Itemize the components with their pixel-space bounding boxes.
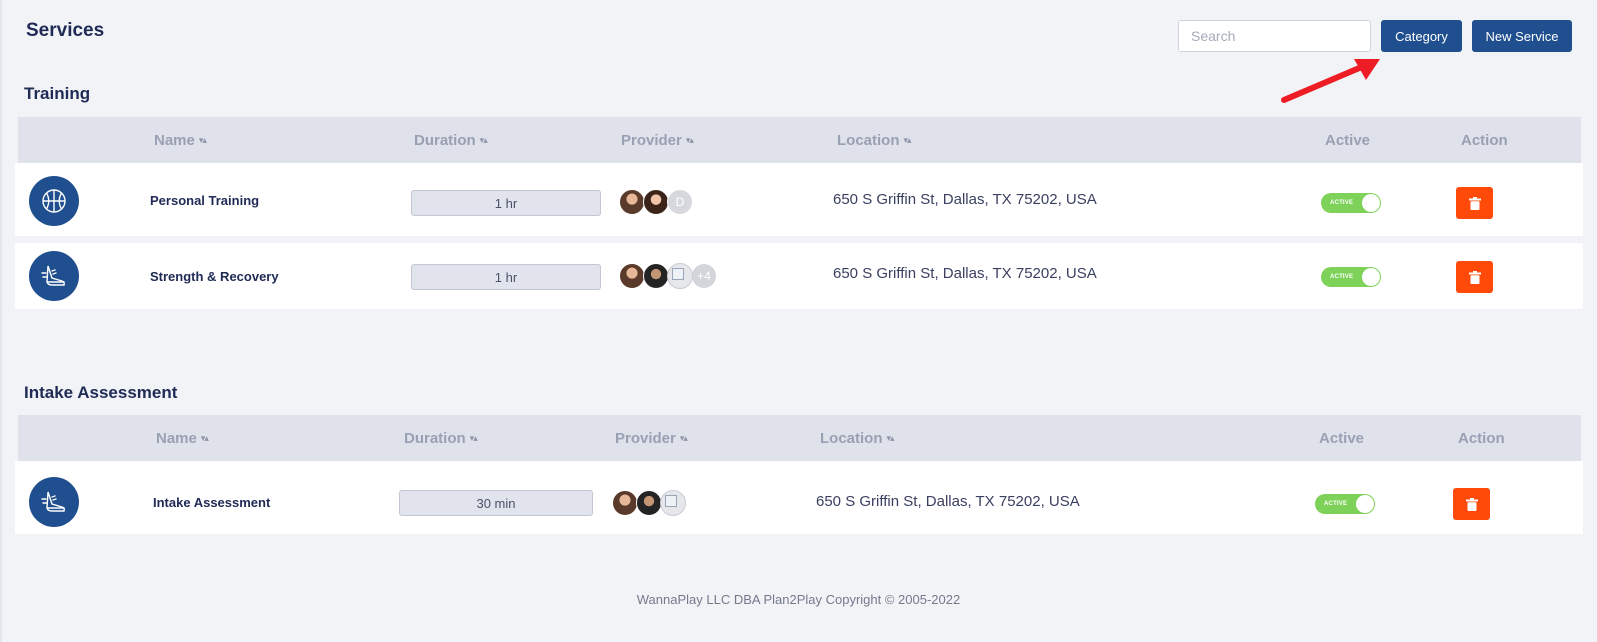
table-header-training: Name ▾▴ Duration ▾▴ Provider ▾▴ Location ▾▴ … [18, 117, 1581, 163]
avatar [643, 263, 669, 289]
trash-icon [1468, 270, 1481, 284]
broken-image-icon [660, 490, 686, 516]
toggle-label: ACTIVE [1330, 274, 1354, 280]
avatar [612, 490, 638, 516]
table-row: Personal Training 1 hr D 650 S Griffin S… [15, 163, 1583, 236]
category-button[interactable]: Category [1381, 20, 1462, 52]
trash-icon [1468, 196, 1481, 210]
table-header-intake-assessment: Name ▾▴ Duration ▾▴ Provider ▾▴ Location ▾▴ … [18, 415, 1581, 461]
sort-icon[interactable]: ▾▴ [686, 135, 694, 146]
location-text: 650 S Griffin St, Dallas, TX 75202, USA [833, 191, 1097, 208]
sort-icon[interactable]: ▾▴ [480, 135, 488, 146]
column-header-duration[interactable]: Duration ▾▴ [404, 415, 478, 461]
section-title-training: Training [24, 84, 91, 103]
column-header-active: Active [1319, 429, 1365, 447]
column-header-duration[interactable]: Duration ▾▴ [414, 117, 488, 163]
page-title: Services [26, 20, 105, 41]
search-input[interactable] [1178, 20, 1371, 52]
avatar [636, 490, 662, 516]
table-row: Intake Assessment 30 min 650 S Griffin S… [15, 461, 1583, 534]
section-title-intake-assessment: Intake Assessment [24, 383, 178, 402]
duration-field: 1 hr [411, 190, 601, 216]
toggle-knob [1362, 194, 1380, 212]
toggle-label: ACTIVE [1330, 200, 1354, 206]
column-header-provider[interactable]: Provider ▾▴ [621, 117, 694, 163]
active-toggle[interactable]: ACTIVE [1315, 494, 1375, 514]
trash-icon [1465, 497, 1478, 511]
services-page: Services Category New Service Training N… [0, 0, 1597, 642]
delete-button[interactable] [1456, 187, 1493, 219]
annotation-arrow-icon [1281, 59, 1380, 103]
service-name[interactable]: Strength & Recovery [150, 269, 279, 284]
duration-field: 1 hr [411, 264, 601, 290]
broken-image-icon [667, 263, 693, 289]
footer-copyright: WannaPlay LLC DBA Plan2Play Copyright © … [636, 592, 961, 607]
location-text: 650 S Griffin St, Dallas, TX 75202, USA [816, 493, 1080, 510]
column-header-location[interactable]: Location ▾▴ [820, 415, 895, 461]
toggle-knob [1356, 495, 1374, 513]
duration-field: 30 min [399, 490, 593, 516]
new-service-button[interactable]: New Service [1472, 20, 1572, 52]
column-header-active: Active [1325, 131, 1371, 149]
delete-button[interactable] [1453, 488, 1490, 520]
basketball-icon [29, 176, 79, 226]
sort-icon[interactable]: ▾▴ [470, 433, 478, 444]
toggle-knob [1362, 268, 1380, 286]
column-header-name[interactable]: Name ▾▴ [156, 415, 209, 461]
column-header-location[interactable]: Location ▾▴ [837, 117, 912, 163]
sort-icon[interactable]: ▾▴ [201, 433, 209, 444]
active-toggle[interactable]: ACTIVE [1321, 193, 1381, 213]
provider-avatars [612, 490, 686, 516]
avatar [619, 189, 645, 215]
service-name[interactable]: Intake Assessment [153, 495, 270, 510]
more-providers-badge[interactable]: +4 [691, 263, 717, 289]
active-toggle[interactable]: ACTIVE [1321, 267, 1381, 287]
running-shoe-icon [29, 251, 79, 301]
column-header-name[interactable]: Name ▾▴ [154, 117, 207, 163]
column-header-provider[interactable]: Provider ▾▴ [615, 415, 688, 461]
location-text: 650 S Griffin St, Dallas, TX 75202, USA [833, 265, 1097, 282]
sort-icon[interactable]: ▾▴ [199, 135, 207, 146]
delete-button[interactable] [1456, 261, 1493, 293]
sort-icon[interactable]: ▾▴ [680, 433, 688, 444]
sort-icon[interactable]: ▾▴ [887, 433, 895, 444]
sort-icon[interactable]: ▾▴ [904, 135, 912, 146]
avatar-initial: D [667, 189, 693, 215]
avatar [619, 263, 645, 289]
running-shoe-icon [29, 477, 79, 527]
left-border [0, 0, 2, 642]
avatar [643, 189, 669, 215]
toggle-label: ACTIVE [1324, 501, 1348, 507]
column-header-action: Action [1461, 131, 1508, 149]
service-name[interactable]: Personal Training [150, 193, 259, 208]
provider-avatars: +4 [619, 263, 717, 289]
provider-avatars: D [619, 189, 693, 215]
table-row: Strength & Recovery 1 hr +4 650 S Griffi… [15, 243, 1583, 309]
column-header-action: Action [1458, 429, 1505, 447]
